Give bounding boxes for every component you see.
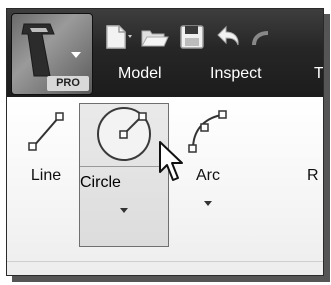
line-tool-icon [28,112,64,151]
chevron-down-icon[interactable] [204,201,212,206]
chevron-down-icon[interactable] [120,208,128,213]
application-menu-button[interactable]: PRO [11,13,93,95]
circle-tool-label: Circle [80,174,121,191]
rectangle-tool-label: R [307,167,319,184]
chevron-down-icon [71,52,81,58]
tab-model[interactable]: Model [118,65,162,83]
title-bar: PRO Model Inspect T [7,9,323,97]
line-tool-label: Line [30,167,62,184]
redo-icon[interactable] [250,23,270,51]
circle-tool-icon [97,107,151,161]
new-file-icon[interactable] [104,23,134,51]
undo-icon[interactable] [212,23,242,51]
application-window: PRO Model Inspect T Line Circle Arc R [6,8,324,276]
tab-inspect[interactable]: Inspect [210,65,262,83]
rectangle-tool-button[interactable]: R [307,97,323,247]
ribbon-divider [7,261,323,262]
split-button-divider [80,166,168,167]
inventor-logo-icon [21,23,55,77]
mouse-pointer-icon [159,141,183,181]
line-tool-button[interactable]: Line [15,97,77,247]
save-icon[interactable] [178,23,206,51]
tab-partial[interactable]: T [314,65,323,83]
circle-tool-button[interactable]: Circle [79,103,169,247]
open-folder-icon[interactable] [140,23,170,51]
ribbon-panel: Line Circle Arc R [7,97,323,275]
edition-badge: PRO [47,76,89,91]
